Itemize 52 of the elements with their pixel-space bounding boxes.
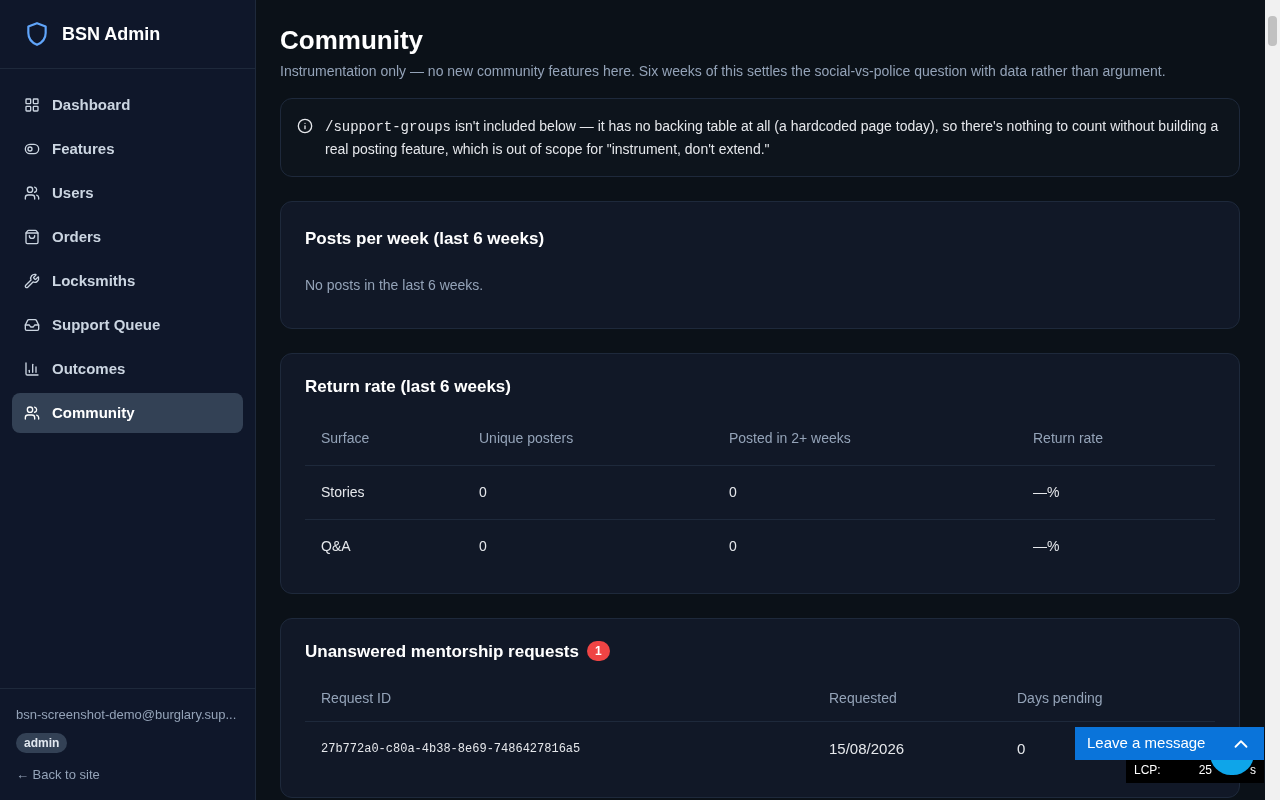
sidebar-item[interactable]: Outcomes xyxy=(12,349,243,389)
sidebar-item[interactable]: Support Queue xyxy=(12,305,243,345)
bag-icon xyxy=(24,229,40,245)
lcp-label: LCP: xyxy=(1134,761,1161,779)
card-title: Unanswered mentorship requests xyxy=(305,640,579,663)
column-header: Posted in 2+ weeks xyxy=(713,411,1017,465)
wrench-icon xyxy=(24,273,40,289)
column-header: Requested xyxy=(813,676,1001,722)
role-badge: admin xyxy=(16,732,68,753)
table-cell: 0 xyxy=(1017,740,1026,757)
users-icon xyxy=(24,405,40,421)
column-header: Request ID xyxy=(305,676,813,722)
users-icon xyxy=(24,185,40,201)
table-cell: 15/08/2026 xyxy=(829,740,905,757)
user-email: bsn-screenshot-demo@burglary.sup... xyxy=(16,706,237,724)
shield-icon xyxy=(24,20,50,48)
sidebar-item[interactable]: Dashboard xyxy=(12,85,243,125)
sidebar-item[interactable]: Community xyxy=(12,393,243,433)
card-title: Posts per week (last 6 weeks) xyxy=(305,227,546,250)
empty-state-text: No posts in the last 6 weeks. xyxy=(305,276,485,295)
sidebar-item[interactable]: Orders xyxy=(12,217,243,257)
sidebar-item[interactable]: Features xyxy=(12,129,243,169)
table-cell: 27b772a0-c80a-4b38-8e69-7486427816a5 xyxy=(321,742,581,757)
back-to-site-link[interactable]: ← Back to site xyxy=(16,764,100,784)
page-subtitle: Instrumentation only — no new community features here. Six weeks of this settles the social-vs-police question with data rather than argument. xyxy=(280,61,1167,81)
inbox-icon xyxy=(24,317,40,333)
table-cell: 0 xyxy=(713,465,1017,519)
table-cell: —% xyxy=(1017,465,1215,519)
column-header: Days pending xyxy=(1001,676,1215,722)
table-cell: Stories xyxy=(305,465,463,519)
table-cell: 0 xyxy=(713,519,1017,573)
lcp-value: 25 xyxy=(1198,761,1213,779)
count-badge: 1 xyxy=(586,641,610,662)
bar-chart-icon xyxy=(24,361,40,377)
grid-icon xyxy=(24,97,40,113)
leave-message-button[interactable]: Leave a message xyxy=(1075,727,1264,760)
column-header: Unique posters xyxy=(463,411,713,465)
sidebar-item[interactable]: Users xyxy=(12,173,243,213)
table-cell: —% xyxy=(1017,519,1215,573)
info-icon xyxy=(297,117,313,134)
column-header: Return rate xyxy=(1017,411,1215,465)
card-title: Return rate (last 6 weeks) xyxy=(305,376,512,398)
lcp-unit: s xyxy=(1250,761,1256,779)
table-cell: 0 xyxy=(463,519,713,573)
page-title: Community xyxy=(280,24,424,57)
toggle-icon xyxy=(24,141,40,157)
sidebar-item[interactable]: Locksmiths xyxy=(12,261,243,301)
brand-name: BSN Admin xyxy=(62,22,161,46)
notice-text: /support-groups isn't included below — it has no backing table at all (a hardcoded page today), so there's nothing to count without building a real posting feature, which is out of scope for "instrument, don't extend." xyxy=(325,116,1220,159)
table-cell: Q&A xyxy=(305,519,463,573)
table-cell: 0 xyxy=(463,465,713,519)
column-header: Surface xyxy=(305,411,463,465)
